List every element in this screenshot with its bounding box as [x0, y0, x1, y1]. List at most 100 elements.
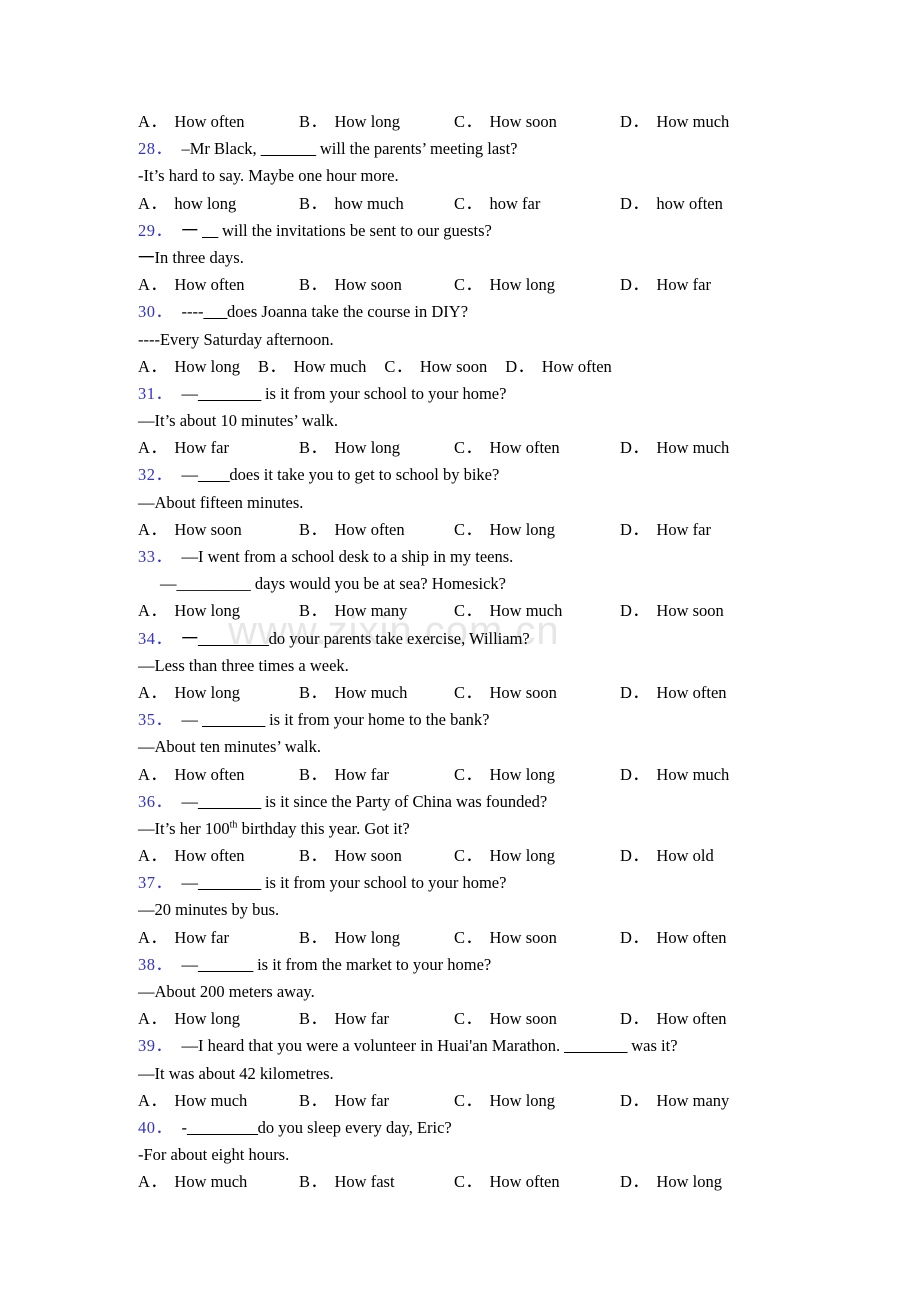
- question-number: 40．: [138, 1117, 173, 1137]
- answer-reply: ----Every Saturday afternoon.: [138, 329, 334, 349]
- option-choice[interactable]: D． How much: [620, 434, 729, 461]
- option-choice[interactable]: A． How soon: [138, 516, 242, 543]
- option-choice[interactable]: C． How long: [454, 842, 555, 869]
- answer-blank[interactable]: ___: [203, 302, 227, 321]
- option-choice[interactable]: B． How fast: [299, 1168, 395, 1195]
- option-choice[interactable]: C． How long: [454, 271, 555, 298]
- option-label: how long: [174, 193, 237, 213]
- option-letter: A．: [138, 927, 168, 947]
- option-choice[interactable]: C． How often: [454, 1168, 560, 1195]
- option-letter: B．: [299, 519, 328, 539]
- option-choice[interactable]: A． How long: [138, 679, 240, 706]
- option-choice[interactable]: D． How much: [620, 761, 729, 788]
- stem-before-blank: —: [181, 791, 199, 811]
- option-label: how much: [334, 193, 404, 213]
- option-choice[interactable]: C． How soon: [454, 679, 557, 706]
- option-choice[interactable]: A． How long: [138, 597, 240, 624]
- option-choice[interactable]: B． How often: [299, 516, 405, 543]
- option-choice[interactable]: B． how much: [299, 190, 404, 217]
- option-choice[interactable]: D． how often: [620, 190, 723, 217]
- option-choice[interactable]: D． How far: [620, 271, 711, 298]
- option-choice[interactable]: A． How often: [138, 842, 245, 869]
- option-choice[interactable]: D． How old: [620, 842, 714, 869]
- answer-blank[interactable]: ________: [198, 873, 261, 892]
- option-choice[interactable]: A． How long: [138, 1005, 240, 1032]
- option-choice[interactable]: C． How long: [454, 1087, 555, 1114]
- option-label: How far: [174, 438, 229, 458]
- option-choice[interactable]: D． How far: [620, 516, 711, 543]
- option-choice[interactable]: C． How soon: [454, 1005, 557, 1032]
- option-choice[interactable]: C． how far: [454, 190, 540, 217]
- option-choice[interactable]: C． How soon: [454, 108, 557, 135]
- option-choice[interactable]: C． How much: [454, 597, 562, 624]
- option-choice[interactable]: B． How soon: [299, 842, 402, 869]
- option-label: How long: [174, 356, 240, 376]
- stem-before-blank: –Mr Black,: [181, 139, 261, 159]
- answer-blank[interactable]: ________: [202, 710, 265, 729]
- option-choice[interactable]: D． How long: [620, 1168, 722, 1195]
- option-choice[interactable]: C． How soon: [384, 353, 487, 380]
- option-choice[interactable]: B． How much: [299, 679, 407, 706]
- option-choice[interactable]: B． How much: [258, 353, 366, 380]
- stem-before-blank: 一: [181, 628, 199, 648]
- option-choice[interactable]: B． How long: [299, 924, 400, 951]
- option-choice[interactable]: B． How long: [299, 434, 400, 461]
- option-choice[interactable]: C． How soon: [454, 924, 557, 951]
- question-text: —____does it take you to get to school b…: [182, 465, 500, 484]
- option-letter: D．: [620, 927, 650, 947]
- option-choice[interactable]: A． How often: [138, 108, 245, 135]
- option-choice[interactable]: A． How often: [138, 271, 245, 298]
- option-choice[interactable]: B． How long: [299, 108, 400, 135]
- option-letter: B．: [257, 356, 287, 376]
- answer-reply: 一In three days.: [138, 247, 244, 267]
- answer-blank[interactable]: __: [202, 221, 218, 240]
- answer-blank[interactable]: ________: [198, 792, 261, 811]
- option-choice[interactable]: A． How often: [138, 761, 245, 788]
- option-choice[interactable]: D． How often: [620, 924, 727, 951]
- option-choice[interactable]: B． How soon: [299, 271, 402, 298]
- answer-blank[interactable]: ____: [198, 465, 230, 484]
- option-letter: C．: [454, 112, 483, 131]
- option-letter: A．: [138, 846, 168, 866]
- option-choice[interactable]: D． How many: [620, 1087, 729, 1114]
- option-choice[interactable]: D． How much: [620, 108, 729, 135]
- option-choice[interactable]: A． How far: [138, 434, 229, 461]
- option-choice[interactable]: A． how long: [138, 190, 236, 217]
- option-letter: A．: [138, 193, 168, 213]
- option-choice[interactable]: B． How far: [299, 1005, 389, 1032]
- option-row: A． How long B． How much C． How soon D． How ofte…: [138, 353, 838, 380]
- option-choice[interactable]: D． How often: [505, 353, 612, 380]
- option-choice[interactable]: A． How much: [138, 1168, 247, 1195]
- option-choice[interactable]: B． How far: [299, 1087, 389, 1114]
- option-choice[interactable]: D． How soon: [620, 597, 724, 624]
- option-choice[interactable]: A． How far: [138, 924, 229, 951]
- option-label: How long: [489, 764, 556, 784]
- option-choice[interactable]: A． How much: [138, 1087, 247, 1114]
- question-number: 38．: [138, 954, 173, 974]
- option-choice[interactable]: C． How often: [454, 434, 560, 461]
- stem-before-blank: 一: [181, 220, 203, 240]
- answer-blank[interactable]: _______: [261, 139, 316, 158]
- question-text: —_______ is it from the market to your h…: [182, 955, 492, 974]
- answer-blank[interactable]: _________: [187, 1118, 258, 1137]
- answer-blank[interactable]: _______: [198, 955, 253, 974]
- option-label: How far: [174, 927, 229, 947]
- option-row: A． How far B． How long C． How soon D． How often: [138, 924, 838, 951]
- question-stem: 34． 一_________do your parents take exerci…: [138, 625, 838, 652]
- option-choice[interactable]: B． How many: [299, 597, 407, 624]
- option-letter: A．: [138, 438, 168, 458]
- option-choice[interactable]: B． How far: [299, 761, 389, 788]
- answer-blank[interactable]: ________: [198, 384, 261, 403]
- answer-blank[interactable]: _________: [198, 629, 269, 648]
- question-number: 33．: [138, 547, 173, 566]
- question-stem: 35． — ________ is it from your home to th…: [138, 706, 838, 733]
- option-choice[interactable]: D． How often: [620, 679, 727, 706]
- stem-after-blank: is it since the Party of China was found…: [260, 791, 548, 811]
- answer-blank[interactable]: ________: [564, 1036, 627, 1055]
- option-label: How long: [174, 682, 240, 702]
- option-choice[interactable]: D． How often: [620, 1005, 727, 1032]
- option-choice[interactable]: C． How long: [454, 516, 555, 543]
- option-label: How soon: [489, 927, 557, 947]
- option-choice[interactable]: C． How long: [454, 761, 555, 788]
- option-choice[interactable]: A． How long: [138, 353, 240, 380]
